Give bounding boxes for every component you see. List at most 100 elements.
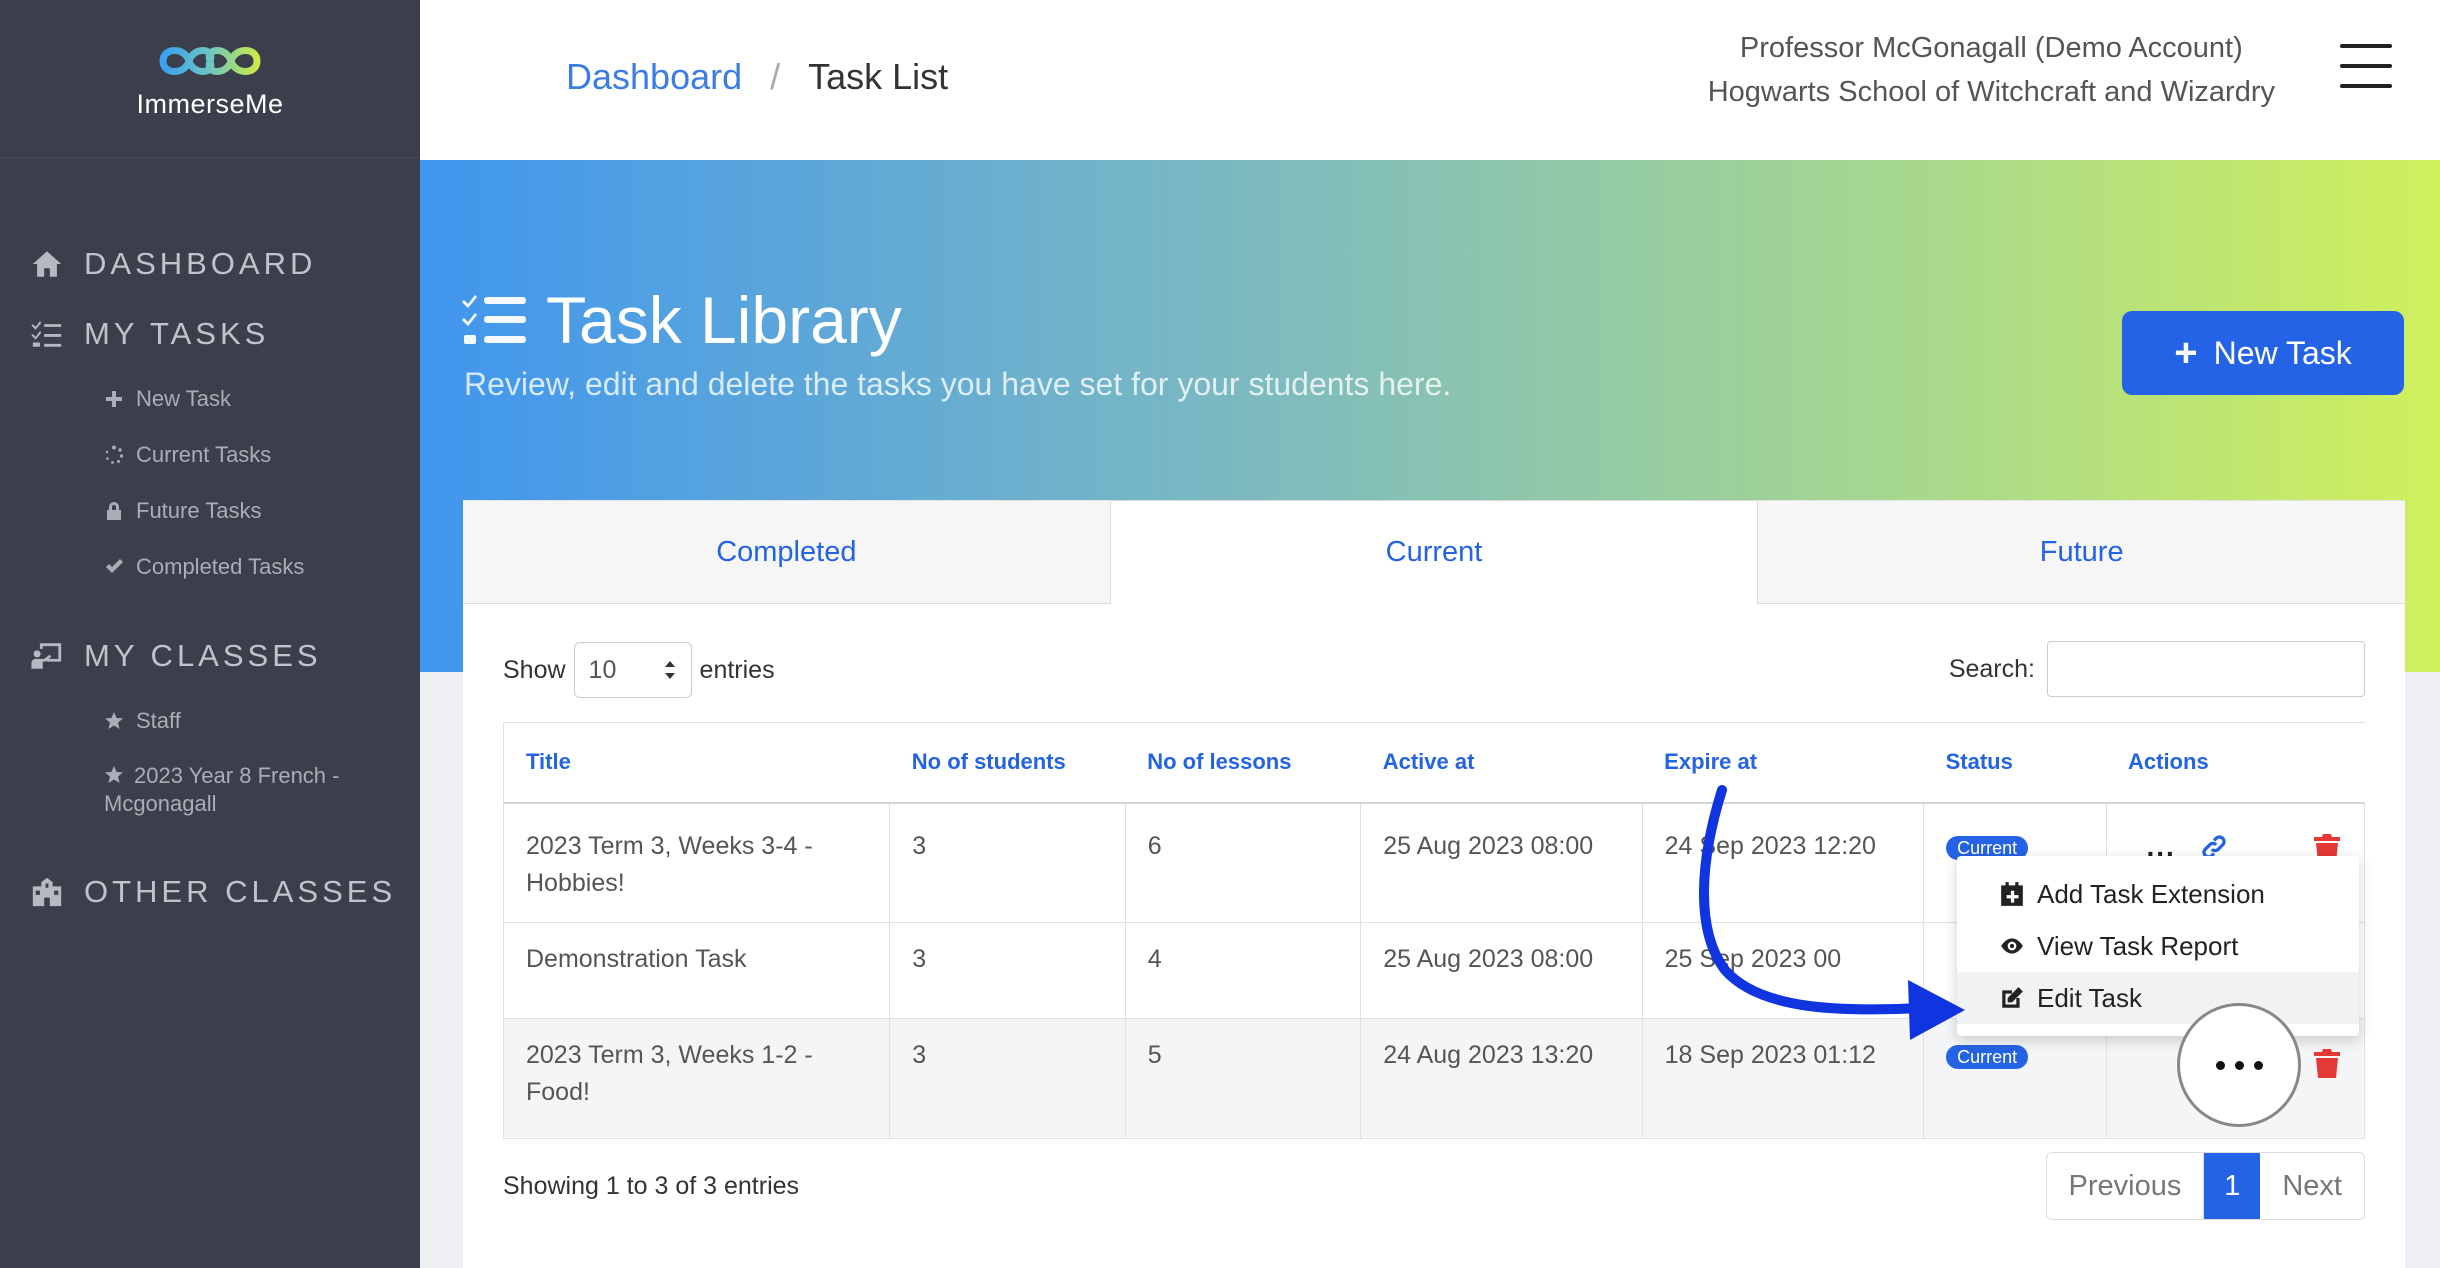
pagination: Previous 1 Next bbox=[2045, 1152, 2365, 1220]
star-icon bbox=[105, 712, 123, 729]
sidebar-item-label: Completed Tasks bbox=[136, 554, 305, 579]
sort-arrows-icon bbox=[664, 661, 675, 679]
breadcrumb-separator: / bbox=[770, 56, 781, 97]
user-info: Professor McGonagall (Demo Account) Hogw… bbox=[1708, 26, 2275, 114]
column-header-students[interactable]: No of students bbox=[889, 722, 1126, 804]
sidebar-item-label: Staff bbox=[136, 708, 181, 733]
edit-icon bbox=[2002, 987, 2023, 1008]
sidebar-item-staff[interactable]: Staff bbox=[104, 708, 181, 734]
page-1-button[interactable]: 1 bbox=[2204, 1153, 2261, 1219]
sidebar-item-label: MY CLASSES bbox=[84, 638, 322, 673]
hamburger-menu-icon[interactable] bbox=[2340, 44, 2392, 88]
sidebar-item-new-task[interactable]: New Task bbox=[104, 386, 231, 412]
cell-expire: 18 Sep 2023 01:12 bbox=[1641, 1018, 1925, 1139]
infinity-logo-icon bbox=[159, 47, 261, 75]
cell-lessons: 5 bbox=[1124, 1018, 1362, 1139]
cell-students: 3 bbox=[889, 802, 1126, 923]
breadcrumb-dashboard-link[interactable]: Dashboard bbox=[566, 56, 742, 98]
sidebar-item-future-tasks[interactable]: Future Tasks bbox=[104, 498, 262, 524]
actions-dropdown-menu: Add Task Extension View Task Report Edit… bbox=[1957, 856, 2359, 1036]
search-label: Search: bbox=[1948, 654, 2035, 683]
sidebar-item-label: New Task bbox=[136, 386, 231, 411]
new-task-label: New Task bbox=[2213, 334, 2352, 371]
calendar-plus-icon bbox=[2001, 882, 2023, 906]
spinner-icon bbox=[105, 445, 124, 464]
sidebar-item-year8-french[interactable]: 2023 Year 8 French - Mcgonagall bbox=[104, 762, 394, 818]
cell-active: 24 Aug 2023 13:20 bbox=[1360, 1018, 1643, 1139]
previous-page-button[interactable]: Previous bbox=[2047, 1153, 2205, 1219]
sidebar-item-label: DASHBOARD bbox=[84, 246, 317, 281]
task-tabs: Completed Current Future bbox=[463, 500, 2406, 604]
sidebar-item-label: Current Tasks bbox=[136, 442, 272, 467]
dot-icon bbox=[2234, 1060, 2244, 1070]
column-header-actions: Actions bbox=[2106, 722, 2365, 804]
page-title-text: Task Library bbox=[546, 283, 902, 357]
teacher-icon bbox=[31, 643, 62, 669]
breadcrumb-current: Task List bbox=[808, 56, 949, 97]
menu-item-label: Add Task Extension bbox=[2037, 878, 2265, 909]
sidebar-item-label: MY TASKS bbox=[84, 316, 270, 351]
table-header-row: Title No of students No of lessons Activ… bbox=[502, 722, 2365, 804]
plus-icon: + bbox=[2174, 331, 2198, 375]
school-name: Hogwarts School of Witchcraft and Wizard… bbox=[1707, 76, 2275, 108]
entries-control: Show 10 entries bbox=[503, 642, 775, 698]
cell-title: 2023 Term 3, Weeks 1-2 - Food! bbox=[502, 1018, 891, 1139]
status-badge: Current bbox=[1946, 1045, 2029, 1069]
eye-icon bbox=[2001, 938, 2023, 954]
entries-label: entries bbox=[699, 655, 775, 684]
tab-completed[interactable]: Completed bbox=[463, 500, 1110, 604]
tab-future[interactable]: Future bbox=[1758, 500, 2406, 604]
trash-icon[interactable] bbox=[2312, 1047, 2342, 1079]
column-header-lessons[interactable]: No of lessons bbox=[1125, 722, 1361, 804]
brand-logo[interactable]: ImmerseMe bbox=[0, 0, 420, 158]
next-page-button[interactable]: Next bbox=[2260, 1153, 2364, 1219]
brand-name: ImmerseMe bbox=[136, 89, 284, 119]
sidebar-item-label: OTHER CLASSES bbox=[84, 874, 397, 909]
breadcrumb: Dashboard / Task List bbox=[566, 56, 948, 98]
menu-item-label: Edit Task bbox=[2037, 982, 2143, 1013]
cell-lessons: 4 bbox=[1124, 922, 1362, 1019]
lock-icon bbox=[107, 502, 121, 520]
cell-title: Demonstration Task bbox=[502, 922, 891, 1019]
user-name: Professor McGonagall (Demo Account) bbox=[1739, 32, 2243, 64]
top-header: Dashboard / Task List Professor McGonaga… bbox=[420, 0, 2440, 160]
dot-icon bbox=[2253, 1060, 2263, 1070]
tab-current[interactable]: Current bbox=[1109, 500, 1759, 604]
cell-students: 3 bbox=[889, 1018, 1126, 1139]
sidebar-item-other-classes[interactable]: OTHER CLASSES bbox=[30, 874, 396, 910]
dot-icon bbox=[2215, 1060, 2225, 1070]
check-icon bbox=[106, 559, 123, 573]
sidebar-item-current-tasks[interactable]: Current Tasks bbox=[104, 442, 271, 468]
menu-item-view-task-report[interactable]: View Task Report bbox=[1957, 920, 2359, 972]
column-header-active[interactable]: Active at bbox=[1360, 722, 1643, 804]
column-header-status[interactable]: Status bbox=[1923, 722, 2106, 804]
sidebar-item-dashboard[interactable]: DASHBOARD bbox=[30, 246, 316, 282]
entries-select[interactable]: 10 bbox=[573, 642, 692, 698]
sidebar-item-completed-tasks[interactable]: Completed Tasks bbox=[104, 554, 304, 580]
tasks-list-icon bbox=[31, 321, 62, 347]
page-subtitle: Review, edit and delete the tasks you ha… bbox=[464, 366, 1452, 402]
page-title: Task Library bbox=[462, 282, 902, 358]
sidebar-item-my-classes[interactable]: MY CLASSES bbox=[30, 638, 322, 674]
menu-item-edit-task[interactable]: Edit Task bbox=[1957, 972, 2359, 1024]
search-input[interactable] bbox=[2047, 641, 2365, 697]
school-icon bbox=[32, 877, 62, 907]
column-header-title[interactable]: Title bbox=[502, 722, 890, 804]
new-task-button[interactable]: + New Task bbox=[2122, 311, 2404, 395]
menu-item-add-task-extension[interactable]: Add Task Extension bbox=[1957, 868, 2359, 920]
star-icon bbox=[105, 766, 123, 783]
cell-expire: 25 Sep 2023 00 bbox=[1641, 922, 1925, 1019]
cell-lessons: 6 bbox=[1124, 802, 1362, 923]
table-row: 2023 Term 3, Weeks 1-2 - Food! 3 5 24 Au… bbox=[502, 1018, 2365, 1139]
sidebar-item-my-tasks[interactable]: MY TASKS bbox=[30, 316, 269, 352]
cell-title: 2023 Term 3, Weeks 3-4 - Hobbies! bbox=[502, 802, 891, 923]
show-label: Show bbox=[503, 655, 566, 684]
more-actions-button-highlighted[interactable] bbox=[2177, 1003, 2301, 1127]
task-list-icon bbox=[462, 295, 526, 344]
cell-expire: 24 Sep 2023 12:20 bbox=[1641, 802, 1925, 923]
entries-value: 10 bbox=[588, 655, 617, 684]
cell-active: 25 Aug 2023 08:00 bbox=[1360, 802, 1643, 923]
cell-status: Current bbox=[1923, 1018, 2107, 1139]
column-header-expire[interactable]: Expire at bbox=[1642, 722, 1924, 804]
menu-item-label: View Task Report bbox=[2037, 930, 2239, 961]
